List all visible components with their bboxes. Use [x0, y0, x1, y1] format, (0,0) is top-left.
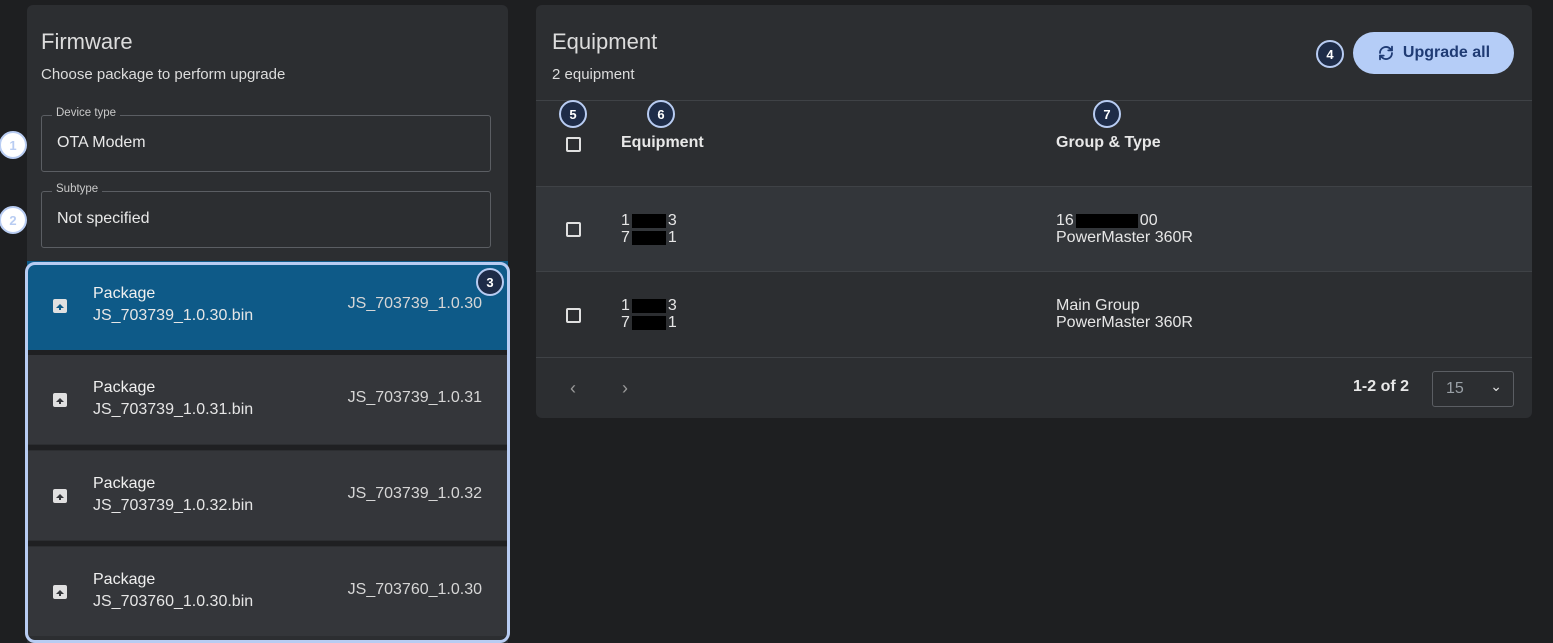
- group-end: 00: [1139, 212, 1158, 229]
- redacted-block: [631, 213, 666, 228]
- archive-icon: [53, 393, 67, 407]
- package-item[interactable]: Package JS_703739_1.0.31.bin JS_703739_1…: [27, 355, 508, 444]
- package-file: JS_703760_1.0.30.bin: [93, 593, 254, 610]
- pagination-range: 1-2 of 2: [1353, 378, 1410, 395]
- annotation-badge: 1: [0, 131, 27, 159]
- package-title: Package: [93, 285, 156, 302]
- redacted-block: [631, 230, 666, 245]
- equipment-id-start: 1: [621, 297, 630, 314]
- group-type-cell: 16 00 PowerMaster 360R: [1056, 212, 1193, 246]
- row-checkbox[interactable]: [566, 222, 581, 237]
- equipment-serial-end: 1: [667, 314, 677, 331]
- device-type-text: PowerMaster 360R: [1056, 314, 1193, 331]
- column-header-group-type[interactable]: Group & Type: [1056, 134, 1161, 152]
- package-file: JS_703739_1.0.32.bin: [93, 497, 254, 514]
- annotation-badge: 4: [1316, 40, 1344, 68]
- package-title: Package: [93, 379, 156, 396]
- column-header-equipment[interactable]: Equipment: [621, 134, 704, 152]
- firmware-panel: Firmware Choose package to perform upgra…: [27, 5, 508, 643]
- package-item[interactable]: Package JS_703739_1.0.32.bin JS_703739_1…: [27, 451, 508, 540]
- divider: [536, 357, 1532, 358]
- firmware-subtitle: Choose package to perform upgrade: [41, 66, 286, 83]
- archive-icon: [53, 585, 67, 599]
- package-file: JS_703739_1.0.30.bin: [93, 307, 254, 324]
- prev-page-button[interactable]: ‹: [570, 378, 576, 399]
- row-checkbox[interactable]: [566, 308, 581, 323]
- annotation-badge: 3: [476, 268, 504, 296]
- equipment-cell: 13 71: [621, 212, 677, 246]
- device-type-select[interactable]: Device type OTA Modem: [41, 107, 491, 172]
- redacted-block: [631, 315, 666, 330]
- package-divider: [27, 445, 508, 450]
- select-all-checkbox[interactable]: [566, 137, 581, 152]
- equipment-serial-start: 7: [621, 229, 630, 246]
- annotation-badge: 6: [647, 100, 675, 128]
- package-version: JS_703760_1.0.30: [347, 581, 482, 598]
- archive-icon: [53, 299, 67, 313]
- table-row[interactable]: [536, 187, 1532, 272]
- equipment-cell: 13 71: [621, 297, 677, 331]
- equipment-serial-start: 7: [621, 314, 630, 331]
- subtype-select[interactable]: Subtype Not specified: [41, 183, 491, 248]
- annotation-badge: 2: [0, 206, 27, 234]
- package-file: JS_703739_1.0.31.bin: [93, 401, 254, 418]
- group-type-cell: Main Group PowerMaster 360R: [1056, 297, 1193, 331]
- equipment-serial-end: 1: [667, 229, 677, 246]
- divider: [536, 271, 1532, 272]
- package-title: Package: [93, 571, 156, 588]
- redacted-block: [631, 298, 666, 313]
- redacted-block: [1075, 213, 1138, 228]
- divider: [536, 100, 1532, 101]
- device-type-text: PowerMaster 360R: [1056, 229, 1193, 246]
- rows-per-page-value: 15: [1446, 380, 1464, 397]
- equipment-id-start: 1: [621, 212, 630, 229]
- equipment-id-end: 3: [667, 297, 677, 314]
- package-item[interactable]: Package JS_703760_1.0.30.bin JS_703760_1…: [27, 547, 508, 636]
- upgrade-all-label: Upgrade all: [1402, 44, 1491, 61]
- upgrade-all-button[interactable]: Upgrade all: [1353, 32, 1514, 74]
- package-item[interactable]: Package JS_703739_1.0.30.bin JS_703739_1…: [27, 261, 508, 350]
- equipment-title: Equipment: [552, 29, 658, 54]
- package-version: JS_703739_1.0.30: [347, 295, 482, 312]
- package-title: Package: [93, 475, 156, 492]
- subtype-label: Subtype: [52, 183, 103, 195]
- equipment-id-end: 3: [667, 212, 677, 229]
- refresh-icon: [1379, 45, 1393, 61]
- chevron-down-icon: ⌄: [1490, 378, 1502, 394]
- annotation-badge: 5: [559, 100, 587, 128]
- next-page-button[interactable]: ›: [622, 378, 628, 399]
- subtype-value: Not specified: [57, 210, 150, 227]
- firmware-title: Firmware: [41, 29, 133, 54]
- rows-per-page-select[interactable]: 15 ⌄: [1432, 371, 1514, 407]
- device-type-value: OTA Modem: [57, 134, 146, 151]
- package-divider: [27, 541, 508, 546]
- archive-icon: [53, 489, 67, 503]
- device-type-label: Device type: [52, 107, 121, 119]
- equipment-count: 2 equipment: [552, 66, 635, 83]
- package-version: JS_703739_1.0.31: [347, 389, 482, 406]
- group-start: 16: [1056, 212, 1074, 229]
- annotation-badge: 7: [1093, 100, 1121, 128]
- group-text: Main Group: [1056, 297, 1140, 314]
- package-version: JS_703739_1.0.32: [347, 485, 482, 502]
